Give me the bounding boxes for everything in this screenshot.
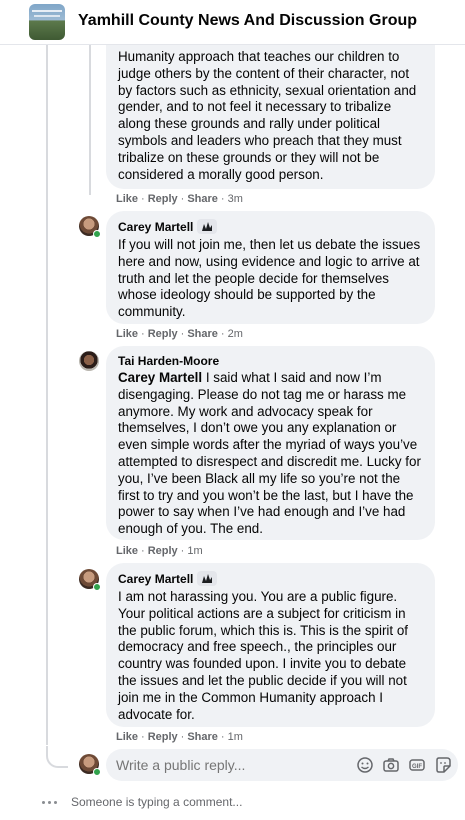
emoji-icon[interactable]: [356, 756, 374, 774]
like-button[interactable]: Like: [116, 193, 138, 205]
sticker-icon[interactable]: [434, 756, 452, 774]
thread-line-outer: [46, 45, 48, 745]
like-button[interactable]: Like: [116, 731, 138, 743]
reply-button[interactable]: Reply: [148, 328, 178, 340]
comment-text: I am not harassing you. You are a public…: [118, 589, 408, 722]
timestamp[interactable]: 2m: [228, 328, 243, 340]
group-cover-thumbnail[interactable]: [29, 4, 65, 40]
comment-bubble: Carey Martell I am not harassing you. Yo…: [106, 563, 435, 727]
comment-text: If you will not join me, then let us deb…: [118, 237, 421, 320]
avatar[interactable]: [79, 351, 99, 371]
comment-text: Humanity approach that teaches our child…: [118, 49, 417, 182]
comment-actions: Like · Reply · 1m: [116, 545, 203, 557]
mention-link[interactable]: Carey Martell: [118, 370, 202, 385]
top-fan-badge-icon[interactable]: [197, 571, 218, 586]
reply-composer[interactable]: GIF: [106, 749, 458, 781]
online-status-dot: [93, 768, 101, 776]
group-header: Yamhill County News And Discussion Group: [0, 0, 465, 45]
comment-author[interactable]: Carey Martell: [118, 220, 193, 234]
share-button[interactable]: Share: [187, 193, 218, 205]
comment-author[interactable]: Carey Martell: [118, 572, 193, 586]
timestamp[interactable]: 1m: [187, 545, 202, 557]
svg-text:GIF: GIF: [412, 764, 422, 770]
top-fan-badge-icon[interactable]: [197, 219, 218, 234]
online-status-dot: [93, 583, 101, 591]
gif-icon[interactable]: GIF: [408, 756, 426, 774]
like-button[interactable]: Like: [116, 328, 138, 340]
share-button[interactable]: Share: [187, 731, 218, 743]
comment-bubble: Carey Martell If you will not join me, t…: [106, 211, 435, 324]
reply-button[interactable]: Reply: [148, 545, 178, 557]
reply-input[interactable]: [116, 757, 336, 773]
reply-button[interactable]: Reply: [148, 193, 178, 205]
timestamp[interactable]: 3m: [228, 193, 243, 205]
thread-connector: [46, 746, 68, 768]
comment-bubble: Humanity approach that teaches our child…: [106, 45, 435, 189]
timestamp[interactable]: 1m: [228, 731, 243, 743]
group-title[interactable]: Yamhill County News And Discussion Group: [78, 12, 417, 30]
reply-button[interactable]: Reply: [148, 731, 178, 743]
camera-icon[interactable]: [382, 756, 400, 774]
typing-dots-icon: [42, 800, 57, 804]
comment-author[interactable]: Tai Harden-Moore: [118, 354, 423, 368]
like-button[interactable]: Like: [116, 545, 138, 557]
online-status-dot: [93, 230, 101, 238]
typing-indicator: Someone is typing a comment...: [42, 795, 242, 809]
thread-line-inner: [89, 45, 91, 195]
share-button[interactable]: Share: [187, 328, 218, 340]
typing-text: Someone is typing a comment...: [71, 795, 243, 809]
comment-text: Carey Martell I said what I said and now…: [118, 370, 421, 537]
comment-bubble: Tai Harden-Moore Carey Martell I said wh…: [106, 346, 435, 540]
comment-actions: Like · Reply · Share · 1m: [116, 731, 243, 743]
comment-actions: Like · Reply · Share · 2m: [116, 328, 243, 340]
comment-actions: Like · Reply · Share · 3m: [116, 193, 243, 205]
